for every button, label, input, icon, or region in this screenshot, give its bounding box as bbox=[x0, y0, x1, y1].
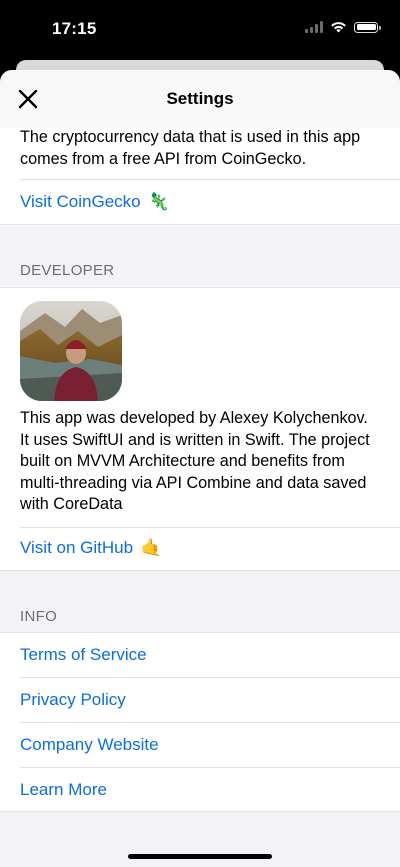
divider bbox=[20, 179, 400, 180]
info-item-privacy[interactable]: Privacy Policy bbox=[0, 678, 400, 723]
page-title: Settings bbox=[166, 89, 234, 108]
home-indicator[interactable] bbox=[128, 854, 272, 859]
status-bar: 17:15 bbox=[0, 0, 400, 60]
wifi-icon bbox=[331, 22, 346, 33]
settings-sheet: Settings The cryptocurrency data that is… bbox=[0, 70, 400, 867]
visit-github-link[interactable]: Visit on GitHub 🤙 bbox=[20, 538, 162, 558]
info-section: Terms of Service Privacy Policy Company … bbox=[0, 632, 400, 812]
terms-of-service-link[interactable]: Terms of Service bbox=[20, 645, 147, 665]
navigation-bar: Settings bbox=[0, 70, 400, 128]
developer-section-header: DEVELOPER bbox=[20, 262, 115, 279]
battery-icon bbox=[354, 21, 381, 33]
visit-coingecko-link[interactable]: Visit CoinGecko 🦎 bbox=[20, 192, 170, 212]
info-section-header: INFO bbox=[20, 608, 58, 625]
developer-section: This app was developed by Alexey Kolyche… bbox=[0, 287, 400, 571]
learn-more-link[interactable]: Learn More bbox=[20, 780, 107, 800]
developer-avatar bbox=[20, 301, 122, 401]
visit-github-label: Visit on GitHub bbox=[20, 538, 134, 557]
privacy-policy-link[interactable]: Privacy Policy bbox=[20, 690, 126, 710]
developer-description: This app was developed by Alexey Kolyche… bbox=[20, 409, 370, 513]
visit-coingecko-label: Visit CoinGecko bbox=[20, 192, 141, 211]
info-item-terms[interactable]: Terms of Service bbox=[0, 633, 400, 678]
status-icons bbox=[305, 21, 381, 33]
lizard-icon: 🦎 bbox=[148, 192, 170, 211]
info-item-website[interactable]: Company Website bbox=[0, 723, 400, 768]
status-time: 17:15 bbox=[52, 19, 97, 38]
call-me-hand-icon: 🤙 bbox=[140, 538, 162, 557]
cellular-signal-icon bbox=[305, 21, 323, 33]
divider bbox=[20, 527, 400, 528]
info-item-learn-more[interactable]: Learn More bbox=[0, 768, 400, 813]
developer-description-row: This app was developed by Alexey Kolyche… bbox=[0, 406, 400, 528]
company-website-link[interactable]: Company Website bbox=[20, 735, 159, 755]
